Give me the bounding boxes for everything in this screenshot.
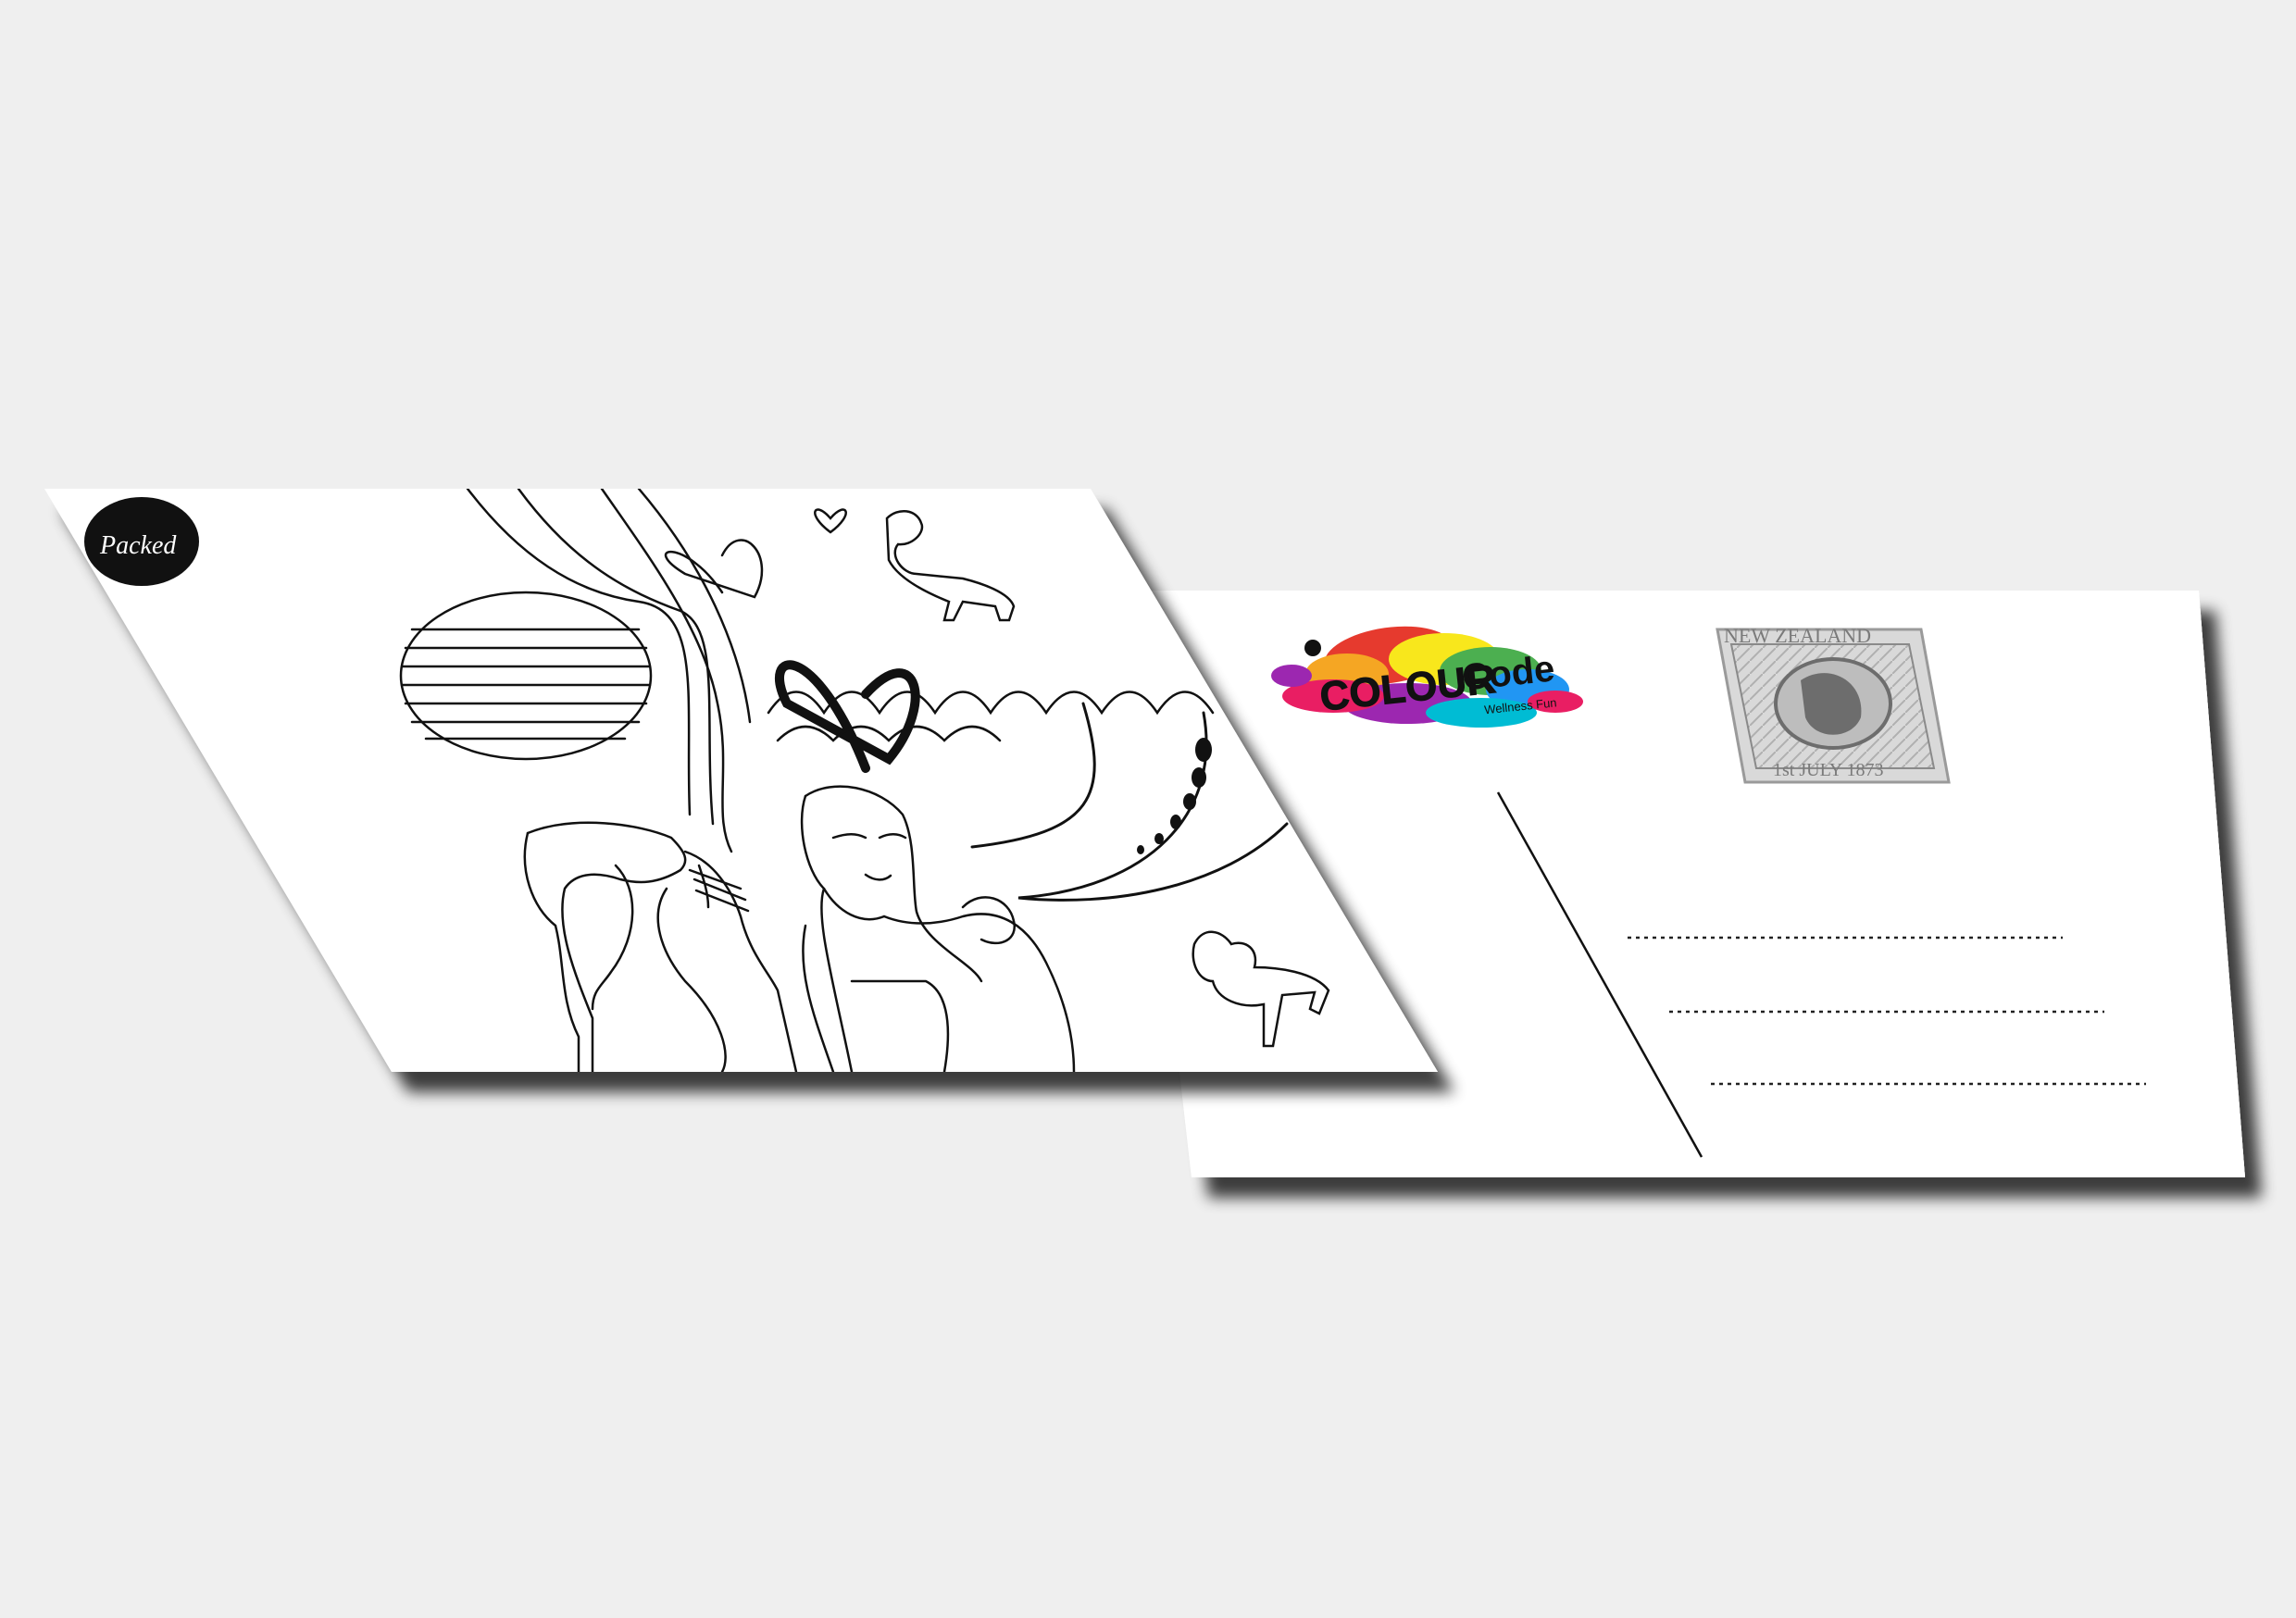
stamp-country: NEW ZEALAND <box>1724 624 1871 647</box>
postage-stamp: NEW ZEALAND 1st JULY 1873 <box>1716 624 1951 784</box>
packed-badge: Packed <box>84 497 199 586</box>
packed-badge-text: Packed <box>99 531 177 560</box>
postcard-front: Packed <box>44 489 1438 1072</box>
postcard-scene: COLOUR Code Wellness Fun NEW ZEALAND 1st… <box>44 489 2245 1177</box>
postcard-front-surface <box>44 489 1438 1072</box>
stamp-date: 1st JULY 1873 <box>1773 760 1883 780</box>
